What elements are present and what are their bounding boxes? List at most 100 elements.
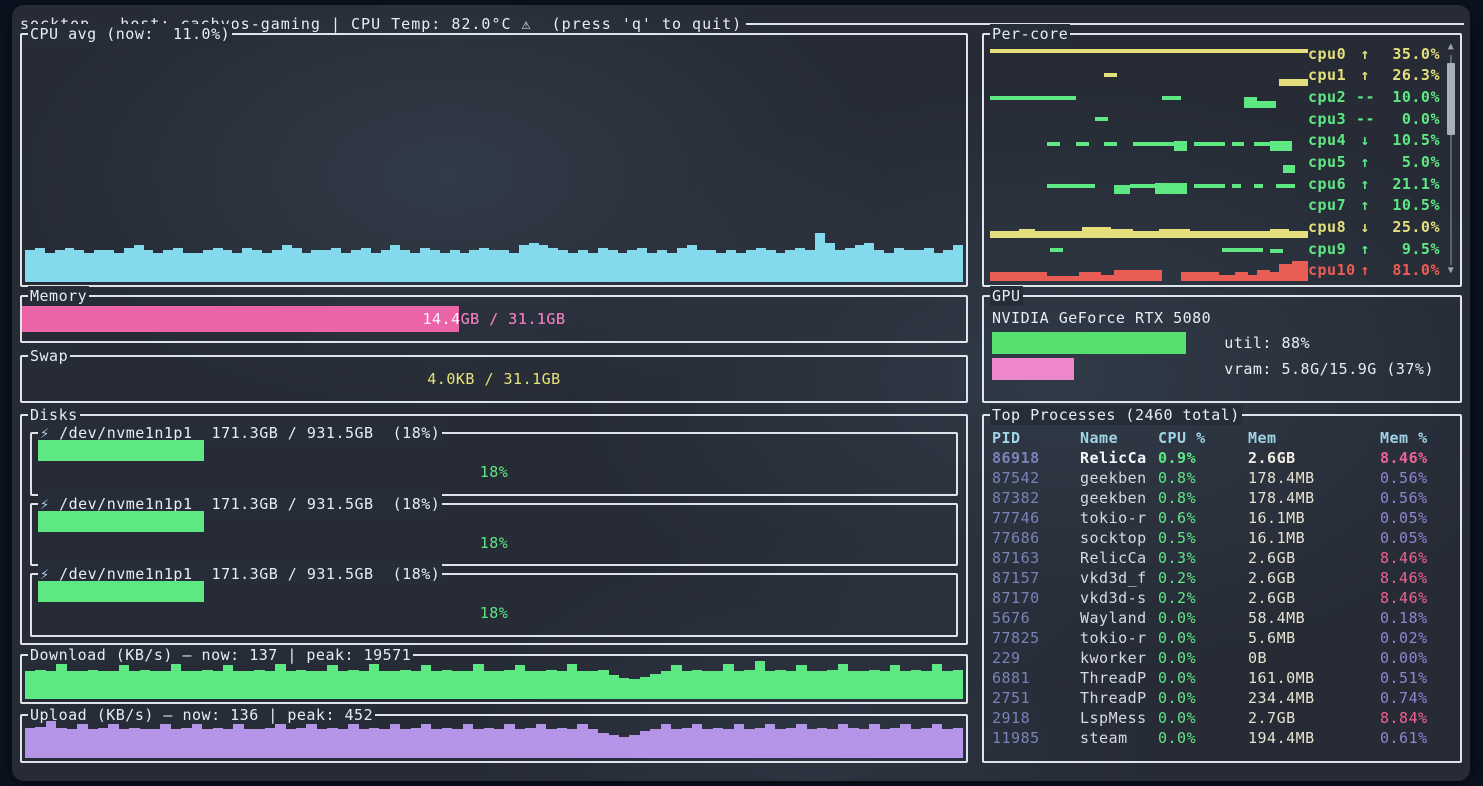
process-row: 229kworker0.0%0B0.00% [992, 648, 1454, 668]
process-rows: 86918RelicCa0.9%2.6GB8.46%87542geekben0.… [992, 448, 1454, 748]
process-row: 77686socktop0.5%16.1MB0.05% [992, 528, 1454, 548]
core-name: cpu7 [1308, 196, 1356, 214]
upload-panel: Upload (KB/s) — now: 136 | peak: 452 [20, 714, 968, 763]
cpu-avg-panel: CPU avg (now: 11.0%) [20, 33, 968, 287]
process-mem-pct: 8.84% [1380, 708, 1454, 728]
gpu-vram-label: vram: 5.8G/15.9G (37%) [1224, 357, 1434, 381]
memory-title: Memory [28, 286, 89, 306]
core-name: cpu6 [1308, 175, 1356, 193]
per-core-rows: cpu0↑35.0%cpu1↑26.3%cpu2--10.0%cpu3--0.0… [990, 43, 1440, 281]
process-cpu: 0.9% [1158, 448, 1248, 468]
process-cpu: 0.0% [1158, 688, 1248, 708]
memory-panel: Memory 14.4GB / 31.1GB 14.4GB / 31.1GB [20, 295, 968, 343]
process-name: RelicCa [1080, 548, 1158, 568]
gpu-util-row: util: 88% [992, 331, 1452, 355]
gpu-panel: GPU NVIDIA GeForce RTX 5080 util: 88% vr… [982, 295, 1462, 403]
process-cpu: 0.0% [1158, 728, 1248, 748]
core-trend-icon: ↑ [1356, 196, 1374, 214]
process-name: ThreadP [1080, 688, 1158, 708]
process-pid: 87157 [992, 568, 1080, 588]
memory-gauge: 14.4GB / 31.1GB 14.4GB / 31.1GB [22, 306, 966, 332]
core-name: cpu4 [1308, 131, 1356, 149]
process-cpu: 0.5% [1158, 528, 1248, 548]
process-mem-pct: 0.74% [1380, 688, 1454, 708]
process-cpu: 0.6% [1158, 508, 1248, 528]
process-cpu: 0.0% [1158, 668, 1248, 688]
process-mem: 5.6MB [1248, 628, 1380, 648]
process-pid: 77746 [992, 508, 1080, 528]
process-pid: 87382 [992, 488, 1080, 508]
core-trend-icon: ↑ [1356, 261, 1374, 279]
process-row: 2751ThreadP0.0%234.4MB0.74% [992, 688, 1454, 708]
core-row: cpu4↓10.5% [990, 130, 1440, 152]
swap-gauge: 4.0KB / 31.1GB [22, 366, 966, 392]
disk-usage-percent: 18% [32, 602, 956, 624]
core-sparkline [990, 130, 1308, 152]
core-label: cpu7↑10.5% [1308, 196, 1440, 214]
disk-item: ⚡ /dev/nvme1n1p1 171.3GB / 931.5GB (18%)… [30, 432, 958, 496]
core-trend-icon: -- [1356, 88, 1374, 106]
core-trend-icon: ↑ [1356, 175, 1374, 193]
process-name: ThreadP [1080, 668, 1158, 688]
scrollbar-rail[interactable] [1445, 55, 1457, 265]
core-row: cpu5↑5.0% [990, 151, 1440, 173]
process-name: geekben [1080, 468, 1158, 488]
process-mem-pct: 0.02% [1380, 628, 1454, 648]
core-trend-icon: ↑ [1356, 153, 1374, 171]
core-sparkline [990, 151, 1308, 173]
per-core-panel: Per-core cpu0↑35.0%cpu1↑26.3%cpu2--10.0%… [982, 33, 1462, 287]
process-name: LspMess [1080, 708, 1158, 728]
core-label: cpu8↓25.0% [1308, 218, 1440, 236]
process-mem-pct: 0.18% [1380, 608, 1454, 628]
core-value: 25.0% [1374, 218, 1440, 236]
scroll-up-icon[interactable]: ▲ [1448, 41, 1455, 55]
process-pid: 77825 [992, 628, 1080, 648]
process-row: 87382geekben0.8%178.4MB0.56% [992, 488, 1454, 508]
scroll-down-icon[interactable]: ▼ [1448, 265, 1455, 279]
core-row: cpu10↑81.0% [990, 259, 1440, 281]
col-header-memp: Mem % [1380, 428, 1454, 448]
process-pid: 77686 [992, 528, 1080, 548]
process-table: PID Name CPU % Mem Mem % 86918RelicCa0.9… [992, 428, 1454, 757]
process-pid: 86918 [992, 448, 1080, 468]
core-label: cpu1↑26.3% [1308, 66, 1440, 84]
process-mem-pct: 0.61% [1380, 728, 1454, 748]
process-pid: 2751 [992, 688, 1080, 708]
core-label: cpu2--10.0% [1308, 88, 1440, 106]
processes-panel: Top Processes (2460 total) PID Name CPU … [982, 414, 1462, 763]
core-row: cpu3--0.0% [990, 108, 1440, 130]
process-mem: 2.7GB [1248, 708, 1380, 728]
process-mem-pct: 8.46% [1380, 448, 1454, 468]
scrollbar-thumb[interactable] [1447, 63, 1455, 134]
core-label: cpu5↑5.0% [1308, 153, 1440, 171]
process-mem-pct: 0.56% [1380, 468, 1454, 488]
core-value: 5.0% [1374, 153, 1440, 171]
download-panel: Download (KB/s) — now: 137 | peak: 19571 [20, 654, 968, 704]
core-value: 9.5% [1374, 240, 1440, 258]
process-name: geekben [1080, 488, 1158, 508]
process-cpu: 0.2% [1158, 568, 1248, 588]
process-name: tokio-r [1080, 508, 1158, 528]
process-mem-pct: 8.46% [1380, 588, 1454, 608]
core-name: cpu2 [1308, 88, 1356, 106]
core-name: cpu9 [1308, 240, 1356, 258]
process-pid: 2918 [992, 708, 1080, 728]
core-trend-icon: ↑ [1356, 240, 1374, 258]
core-value: 10.5% [1374, 196, 1440, 214]
terminal-window: socktop — host: cachyos-gaming | CPU Tem… [12, 5, 1470, 781]
process-row: 77746tokio-r0.6%16.1MB0.05% [992, 508, 1454, 528]
swap-gauge-label: 4.0KB / 31.1GB [22, 366, 966, 392]
process-mem: 178.4MB [1248, 468, 1380, 488]
core-value: 21.1% [1374, 175, 1440, 193]
core-sparkline [990, 173, 1308, 195]
core-name: cpu3 [1308, 110, 1356, 128]
gpu-name: NVIDIA GeForce RTX 5080 [992, 307, 1452, 329]
process-pid: 87163 [992, 548, 1080, 568]
per-core-scrollbar[interactable]: ▲ ▼ [1445, 41, 1457, 279]
upload-chart [25, 719, 963, 758]
process-mem: 178.4MB [1248, 488, 1380, 508]
process-row: 2918LspMess0.0%2.7GB8.84% [992, 708, 1454, 728]
process-mem: 161.0MB [1248, 668, 1380, 688]
process-mem: 2.6GB [1248, 568, 1380, 588]
disks-title: Disks [28, 405, 80, 425]
